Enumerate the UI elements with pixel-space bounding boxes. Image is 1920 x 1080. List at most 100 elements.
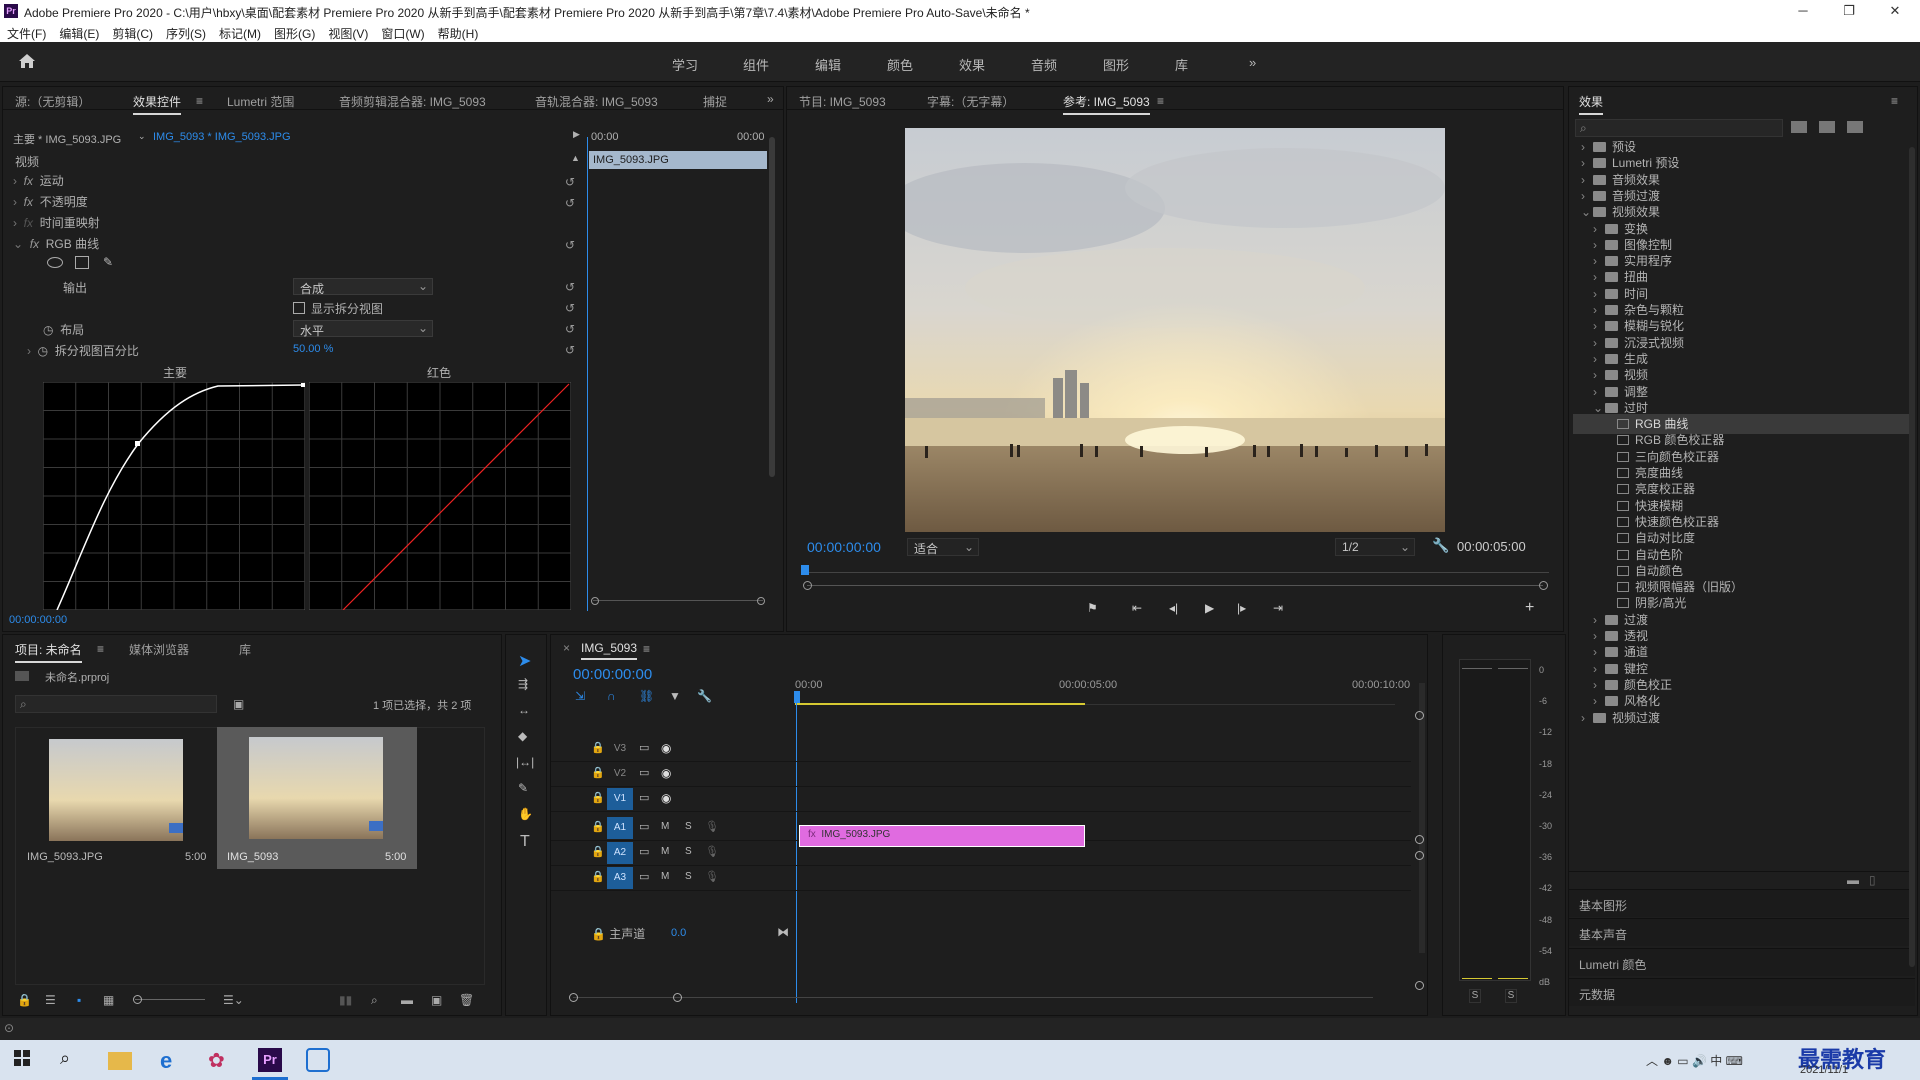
track-label[interactable]: A3 bbox=[607, 867, 633, 889]
clip-selector[interactable]: IMG_5093 * IMG_5093.JPG bbox=[153, 131, 291, 151]
mini-playhead[interactable] bbox=[587, 137, 588, 611]
nest-icon[interactable]: ⇲ bbox=[575, 689, 585, 703]
eye-icon[interactable]: ◉ bbox=[661, 766, 671, 780]
tab-program[interactable]: 节目: IMG_5093 bbox=[799, 93, 886, 110]
sort-icon[interactable]: ☰⌄ bbox=[223, 993, 244, 1007]
go-to-out-icon[interactable]: ⇥ bbox=[1273, 601, 1283, 615]
microphone-icon[interactable]: 🎙 bbox=[705, 870, 719, 883]
more-workspaces-icon[interactable]: » bbox=[1249, 55, 1256, 70]
panel-metadata[interactable]: 元数据 bbox=[1569, 978, 1915, 1006]
menu-edit[interactable]: 编辑(E) bbox=[52, 22, 105, 42]
home-icon[interactable] bbox=[18, 53, 36, 69]
wrench-icon[interactable]: 🔧 bbox=[1432, 537, 1449, 554]
linked-selection-icon[interactable]: ⛓ bbox=[639, 689, 654, 703]
solo-left-button[interactable]: S bbox=[1469, 989, 1481, 1003]
close-button[interactable]: ✕ bbox=[1872, 0, 1918, 22]
effect-rgb-curves[interactable]: ⌄ fx RGB 曲线 bbox=[13, 235, 99, 255]
scroll-handle[interactable] bbox=[1415, 711, 1424, 720]
collapse-up-icon[interactable]: ▲ bbox=[571, 153, 580, 173]
mute-button[interactable]: M bbox=[661, 846, 669, 857]
workspace-color[interactable]: 颜色 bbox=[887, 55, 913, 74]
sync-lock-icon[interactable]: ▭ bbox=[639, 845, 649, 858]
sync-lock-icon[interactable]: ▭ bbox=[639, 791, 649, 804]
track-label[interactable]: A1 bbox=[607, 817, 633, 839]
timeline-playhead-head[interactable] bbox=[794, 691, 800, 703]
tab-audio-track-mixer[interactable]: 音轨混合器: IMG_5093 bbox=[535, 93, 658, 110]
slider-handle[interactable] bbox=[133, 995, 142, 1004]
effect-controls-timecode[interactable]: 00:00:00:00 bbox=[9, 614, 67, 634]
microphone-icon[interactable]: 🎙 bbox=[705, 820, 719, 833]
workspace-editing[interactable]: 编辑 bbox=[815, 55, 841, 74]
file-explorer-icon[interactable] bbox=[108, 1052, 132, 1070]
add-button-icon[interactable]: + bbox=[1525, 599, 1534, 617]
chevron-down-icon[interactable]: ⌄ bbox=[138, 131, 146, 151]
panel-menu-icon[interactable]: ≡ bbox=[196, 94, 203, 108]
overflow-tabs-icon[interactable]: » bbox=[767, 92, 774, 106]
timeline-track-v1[interactable]: 🔒 V1 ▭ ◉ bbox=[551, 788, 1411, 812]
hand-tool-icon[interactable]: ✋ bbox=[518, 807, 533, 821]
reset-icon[interactable]: ↺ bbox=[565, 196, 575, 210]
workspace-effects[interactable]: 效果 bbox=[959, 55, 985, 74]
windows-start-icon[interactable] bbox=[12, 1048, 36, 1072]
playhead-timecode[interactable]: 00:00:00:00 bbox=[807, 539, 881, 555]
tab-audio-clip-mixer[interactable]: 音频剪辑混合器: IMG_5093 bbox=[339, 93, 486, 110]
scroll-handle[interactable] bbox=[1415, 981, 1424, 990]
panel-menu-icon[interactable]: ≡ bbox=[1157, 94, 1164, 108]
new-bin-from-search-icon[interactable]: ▣ bbox=[233, 697, 244, 711]
snap-icon[interactable]: ∩ bbox=[607, 689, 616, 703]
tab-libraries[interactable]: 库 bbox=[239, 641, 251, 658]
reset-icon[interactable]: ↺ bbox=[565, 322, 575, 336]
close-tab-icon[interactable]: × bbox=[563, 641, 570, 655]
accelerated-effects-icon[interactable] bbox=[1791, 121, 1807, 133]
scroll-handle[interactable] bbox=[1415, 835, 1424, 844]
mute-button[interactable]: M bbox=[661, 821, 669, 832]
lock-icon[interactable]: 🔒 bbox=[591, 845, 605, 858]
red-curve-graph[interactable] bbox=[309, 382, 571, 610]
track-label[interactable]: V2 bbox=[607, 763, 633, 785]
master-volume[interactable]: 0.0 bbox=[671, 927, 686, 947]
new-bin-icon[interactable]: ▬ bbox=[1847, 873, 1859, 887]
sync-lock-icon[interactable]: ▭ bbox=[639, 766, 649, 779]
menu-help[interactable]: 帮助(H) bbox=[431, 22, 485, 42]
sync-lock-icon[interactable]: ▭ bbox=[639, 870, 649, 883]
menu-file[interactable]: 文件(F) bbox=[0, 22, 52, 42]
solo-right-button[interactable]: S bbox=[1505, 989, 1517, 1003]
scroll-handle[interactable] bbox=[1415, 851, 1424, 860]
sync-lock-icon[interactable]: ▭ bbox=[639, 820, 649, 833]
track-select-tool-icon[interactable]: ⇶ bbox=[518, 677, 528, 691]
vertical-scrollbar[interactable] bbox=[1419, 683, 1425, 953]
new-bin-icon[interactable]: ▬ bbox=[401, 993, 413, 1007]
timeline-track-v2[interactable]: 🔒 V2 ▭ ◉ bbox=[551, 763, 1411, 787]
zoom-handle[interactable] bbox=[673, 993, 682, 1002]
go-to-in-icon[interactable]: ⇤ bbox=[1132, 601, 1142, 615]
panel-essential-sound[interactable]: 基本声音 bbox=[1569, 918, 1915, 946]
premiere-taskbar-icon[interactable]: Pr bbox=[258, 1048, 282, 1072]
lock-icon[interactable]: 🔒 bbox=[591, 766, 605, 779]
tab-captions[interactable]: 字幕:（无字幕） bbox=[927, 93, 1014, 110]
zoom-handle[interactable] bbox=[591, 597, 599, 605]
panel-menu-icon[interactable]: ≡ bbox=[643, 642, 650, 656]
lock-icon[interactable]: 🔒 bbox=[591, 741, 605, 754]
mute-button[interactable]: M bbox=[661, 871, 669, 882]
chevron-right-icon[interactable]: › bbox=[1581, 708, 1593, 728]
app-icon[interactable]: ✿ bbox=[208, 1048, 232, 1072]
workspace-audio[interactable]: 音频 bbox=[1031, 55, 1057, 74]
lock-icon[interactable]: 🔒 bbox=[591, 791, 605, 804]
menu-marker[interactable]: 标记(M) bbox=[212, 22, 267, 42]
track-label[interactable]: V3 bbox=[607, 738, 633, 760]
tab-project[interactable]: 项目: 未命名 bbox=[15, 641, 82, 663]
timeline-track-a3[interactable]: 🔒 A3 ▭ M S 🎙 bbox=[551, 867, 1411, 891]
split-percent-value[interactable]: 50.00 % bbox=[293, 343, 333, 363]
vertical-scrollbar[interactable] bbox=[769, 137, 775, 477]
vertical-scrollbar[interactable] bbox=[1909, 147, 1915, 967]
32bit-effects-icon[interactable] bbox=[1819, 121, 1835, 133]
tab-reference[interactable]: 参考: IMG_5093 bbox=[1063, 93, 1150, 115]
search-icon[interactable]: ⌕ bbox=[60, 1048, 84, 1072]
effect-opacity[interactable]: › fx 不透明度 bbox=[13, 193, 88, 213]
master-curve-graph[interactable] bbox=[43, 382, 305, 610]
menu-graphics[interactable]: 图形(G) bbox=[267, 22, 321, 42]
yuv-effects-icon[interactable] bbox=[1847, 121, 1863, 133]
zoom-handle[interactable] bbox=[569, 993, 578, 1002]
zoom-scroll[interactable] bbox=[593, 600, 763, 601]
reset-icon[interactable]: ↺ bbox=[565, 238, 575, 252]
